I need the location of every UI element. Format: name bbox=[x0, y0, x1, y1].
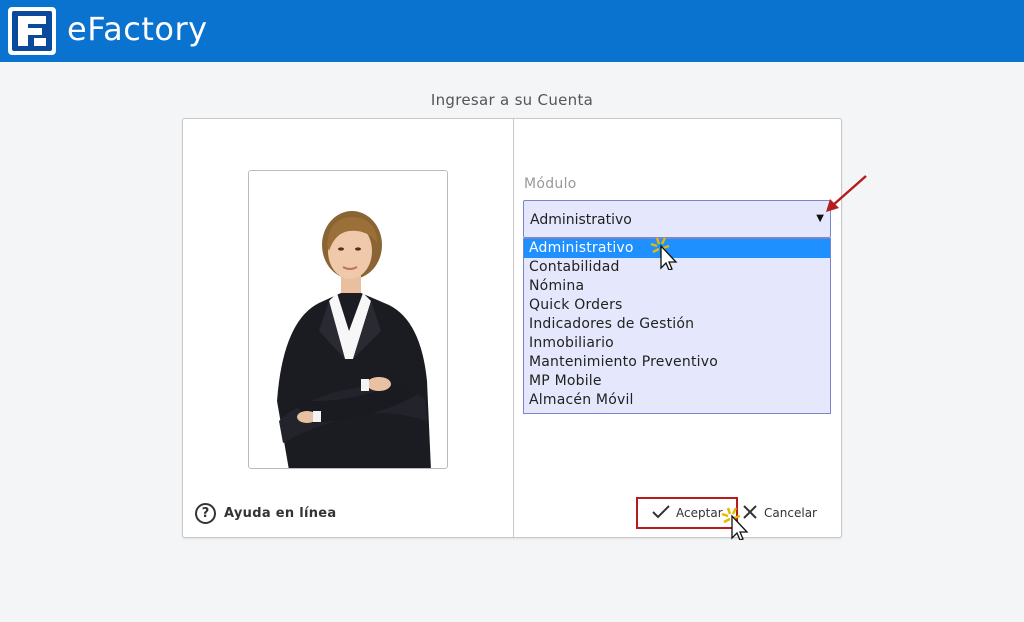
click-cursor-icon bbox=[721, 507, 749, 540]
module-option[interactable]: Almacén Móvil bbox=[524, 391, 830, 410]
module-option[interactable]: Quick Orders bbox=[524, 296, 830, 315]
online-help-label: Ayuda en línea bbox=[224, 505, 337, 521]
module-option[interactable]: Mantenimiento Preventivo bbox=[524, 353, 830, 372]
card-divider bbox=[513, 119, 514, 537]
module-option[interactable]: Nómina bbox=[524, 277, 830, 296]
cancel-button[interactable]: Cancelar bbox=[738, 497, 825, 529]
app-header: eFactory bbox=[0, 0, 1024, 62]
cancel-button-label: Cancelar bbox=[764, 506, 817, 520]
login-card: ? Ayuda en línea Módulo Administrativo ▼… bbox=[182, 118, 842, 538]
efactory-logo bbox=[8, 7, 56, 55]
accept-button-label: Aceptar bbox=[676, 506, 723, 520]
question-circle-icon: ? bbox=[195, 502, 216, 524]
dropdown-caret-icon: ▼ bbox=[816, 213, 824, 224]
online-help-link[interactable]: ? Ayuda en línea bbox=[195, 502, 337, 524]
module-select[interactable]: Administrativo ▼ bbox=[523, 200, 831, 238]
login-title: Ingresar a su Cuenta bbox=[430, 91, 594, 109]
module-select-value: Administrativo bbox=[530, 212, 632, 228]
module-option[interactable]: Inmobiliario bbox=[524, 334, 830, 353]
click-cursor-icon bbox=[650, 237, 678, 270]
annotation-arrow-icon bbox=[826, 175, 867, 212]
module-option[interactable]: Indicadores de Gestión bbox=[524, 315, 830, 334]
checkmark-icon bbox=[652, 504, 670, 522]
user-photo bbox=[248, 170, 448, 469]
app-title: eFactory bbox=[67, 10, 208, 48]
module-option[interactable]: MP Mobile bbox=[524, 372, 830, 391]
module-label: Módulo bbox=[524, 176, 577, 192]
